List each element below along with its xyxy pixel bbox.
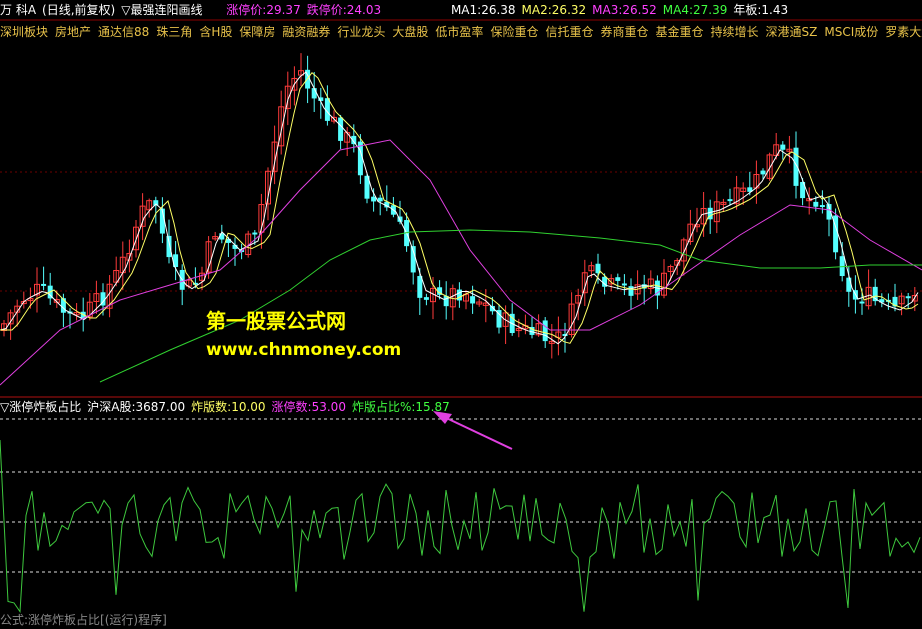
period-label[interactable]: (日线,前复权) xyxy=(42,3,115,17)
candle-body-down xyxy=(813,201,819,207)
sector-tag[interactable]: 珠三角 xyxy=(156,25,192,39)
candle-body-down xyxy=(819,205,825,208)
arrow-shaft xyxy=(439,414,513,450)
indicator-name[interactable]: 最强连阳画线 xyxy=(130,3,202,17)
limit-up-label: 涨停价: xyxy=(226,3,267,17)
main-chart-header: 万 科A (日线,前复权) ▽最强连阳画线 涨停价:29.37 跌停价:24.03 M… xyxy=(0,2,788,18)
sector-tag[interactable]: 基金重仓 xyxy=(655,25,703,39)
sector-tag[interactable]: 房地产 xyxy=(55,25,91,39)
sector-tag[interactable]: 保障房 xyxy=(239,25,275,39)
candle-body-down xyxy=(621,283,627,286)
sector-tag[interactable]: 大盘股 xyxy=(392,25,428,39)
ma4-label: MA4: xyxy=(662,3,694,17)
sector-tag[interactable]: 行业龙头 xyxy=(337,25,385,39)
sector-tag[interactable]: 保险重仓 xyxy=(490,25,538,39)
zhangting-value: 53.00 xyxy=(311,400,346,414)
chart-canvas[interactable] xyxy=(0,0,922,629)
candle-body-down xyxy=(846,277,852,292)
ma2-label: MA2: xyxy=(521,3,552,17)
limit-up-value: 29.37 xyxy=(266,3,301,17)
sector-tag[interactable]: 融资融券 xyxy=(282,25,330,39)
candle-body-down xyxy=(615,277,621,281)
pointer-arrow xyxy=(433,411,513,450)
ma4-value: 27.39 xyxy=(693,3,728,17)
sector-tag[interactable]: 信托重仓 xyxy=(545,25,593,39)
watermark-url: www.chnmoney.com xyxy=(206,340,402,360)
index-value: 3687.00 xyxy=(135,400,186,414)
candle-body-down xyxy=(760,170,766,175)
sector-tag[interactable]: 含H股 xyxy=(199,25,232,39)
formula-status-text: 公式:涨停炸板占比[(运行)程序] xyxy=(0,613,167,627)
candle-body-down xyxy=(60,298,66,313)
ratio-value: 15.87 xyxy=(415,400,450,414)
candle-body-down xyxy=(311,88,317,99)
zhaban-label: 炸版数: xyxy=(191,400,232,414)
sector-tag[interactable]: 通达信88 xyxy=(98,25,149,39)
oscillator-series xyxy=(0,439,921,614)
limit-down-value: 24.03 xyxy=(346,3,382,17)
candle-body-down xyxy=(780,144,786,150)
sub-indicator-marker[interactable]: ▽ xyxy=(0,400,9,414)
sub-indicator-name[interactable]: 涨停炸板占比 xyxy=(9,400,81,414)
candle-body-down xyxy=(377,197,383,202)
ma2-value: 26.32 xyxy=(551,3,587,17)
sub-chart-header: ▽涨停炸板占比 沪深A股:3687.00 炸版数:10.00 涨停数:53.00 炸版占… xyxy=(0,399,450,415)
candle-body-down xyxy=(727,199,733,202)
candle-body-down xyxy=(859,301,865,304)
index-label: 沪深A股: xyxy=(87,400,136,414)
ma3-label: MA3: xyxy=(592,3,623,17)
year-board-label: 年板: xyxy=(733,3,762,17)
zhaban-ratio-line xyxy=(0,439,921,614)
year-board-value: 1.43 xyxy=(761,3,789,17)
stock-name[interactable]: 万 科A xyxy=(0,3,36,17)
watermark-title: 第一股票公式网 xyxy=(206,309,346,333)
candle-body-down xyxy=(166,235,172,258)
candlestick-series xyxy=(1,53,918,359)
candle-body-down xyxy=(338,117,344,141)
candle-body-down xyxy=(542,320,548,342)
ma1-label: MA1: xyxy=(450,3,482,17)
sector-tag[interactable]: 持续增长 xyxy=(711,25,759,39)
sector-tag[interactable]: 深圳板块 xyxy=(0,25,48,39)
zhaban-value: 10.00 xyxy=(231,400,266,414)
sector-tag[interactable]: 深港通SZ xyxy=(766,25,818,39)
zhangting-label: 涨停数: xyxy=(271,400,312,414)
sector-tag[interactable]: 低市盈率 xyxy=(435,25,483,39)
candle-body-down xyxy=(417,276,423,298)
ratio-label: 炸版占比%: xyxy=(351,400,416,414)
candle-body-down xyxy=(456,289,462,301)
candle-body-down xyxy=(423,297,429,300)
ma1-value: 26.38 xyxy=(481,3,516,17)
ma3-value: 26.52 xyxy=(622,3,657,17)
sector-tag[interactable]: 罗素大盘 xyxy=(885,25,922,39)
sector-tag[interactable]: MSCI成份 xyxy=(824,25,878,39)
candle-body-down xyxy=(41,283,47,286)
candle-body-down xyxy=(252,232,258,235)
limit-down-label: 跌停价: xyxy=(306,3,347,17)
sector-tag[interactable]: 券商重仓 xyxy=(600,25,648,39)
candle-body-down xyxy=(905,296,911,299)
candle-body-down xyxy=(470,296,476,304)
ma3-line xyxy=(0,139,922,386)
sector-tag-bar: 深圳板块 房地产 通达信88 珠三角 含H股 保障房 融资融券 行业龙头 大盘股 低市盈率 保险重仓… xyxy=(0,24,922,40)
